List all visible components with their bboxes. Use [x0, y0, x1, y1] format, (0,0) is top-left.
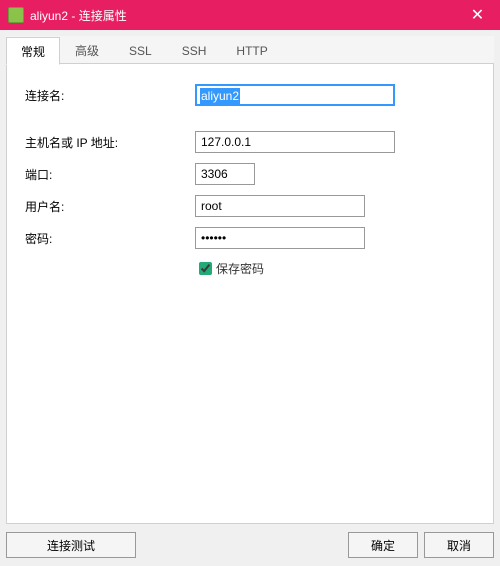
username-input[interactable]	[195, 195, 365, 217]
save-password-row: 保存密码	[195, 259, 475, 278]
tab-general[interactable]: 常规	[6, 37, 60, 65]
footer-spacer	[136, 532, 342, 558]
password-label: 密码:	[25, 230, 195, 247]
dialog-footer: 连接测试 确定 取消	[0, 524, 500, 566]
tab-ssh[interactable]: SSH	[167, 36, 222, 64]
ok-button[interactable]: 确定	[348, 532, 418, 558]
port-input[interactable]	[195, 163, 255, 185]
close-icon: ✕	[471, 5, 484, 25]
host-label: 主机名或 IP 地址:	[25, 134, 195, 151]
password-input[interactable]	[195, 227, 365, 249]
connection-name-label: 连接名:	[25, 87, 195, 104]
tab-advanced[interactable]: 高级	[60, 36, 114, 64]
tab-http[interactable]: HTTP	[221, 36, 282, 64]
tab-panel-general: 连接名: aliyun2 主机名或 IP 地址: 端口: 用户名: 密码: 保存	[6, 64, 494, 524]
port-label: 端口:	[25, 166, 195, 183]
save-password-label: 保存密码	[216, 260, 264, 277]
connection-name-input[interactable]: aliyun2	[195, 84, 395, 106]
save-password-checkbox[interactable]	[199, 262, 212, 275]
cancel-button[interactable]: 取消	[424, 532, 494, 558]
titlebar: aliyun2 - 连接属性 ✕	[0, 0, 500, 30]
username-label: 用户名:	[25, 198, 195, 215]
connection-name-value: aliyun2	[200, 88, 240, 104]
window-title: aliyun2 - 连接属性	[30, 7, 455, 24]
test-connection-button[interactable]: 连接测试	[6, 532, 136, 558]
tab-ssl[interactable]: SSL	[114, 36, 167, 64]
host-input[interactable]	[195, 131, 395, 153]
close-button[interactable]: ✕	[455, 0, 500, 30]
app-icon	[8, 7, 24, 23]
tabstrip: 常规 高级 SSL SSH HTTP	[6, 36, 494, 64]
